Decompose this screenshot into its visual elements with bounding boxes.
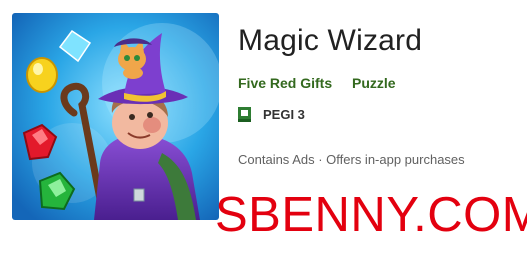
- ads-notice: Contains Ads · Offers in-app purchases: [238, 152, 465, 167]
- category-link[interactable]: Puzzle: [352, 75, 396, 91]
- content-rating-label: PEGI 3: [263, 107, 305, 122]
- site-watermark: SBENNY.COM: [215, 188, 527, 242]
- app-icon-artwork: [12, 13, 219, 220]
- app-meta: Five Red Gifts Puzzle: [238, 75, 412, 91]
- app-title: Magic Wizard: [238, 24, 423, 57]
- content-rating: PEGI 3: [238, 107, 305, 122]
- developer-link[interactable]: Five Red Gifts: [238, 75, 332, 91]
- pegi-rating-icon: [238, 107, 251, 122]
